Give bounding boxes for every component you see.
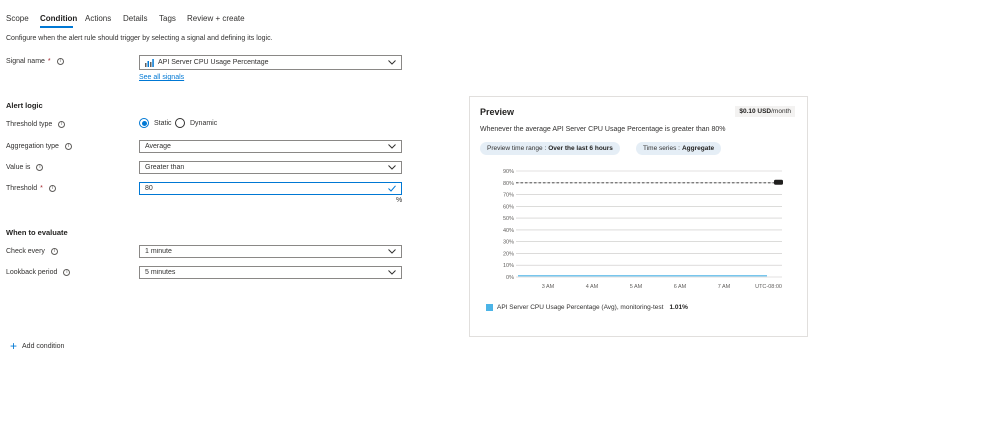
tab-condition[interactable]: Condition xyxy=(40,14,77,23)
info-icon[interactable]: i xyxy=(56,58,64,65)
alert-logic-heading: Alert logic xyxy=(6,101,43,110)
threshold-input[interactable]: 80 xyxy=(139,182,402,195)
radio-selected-icon xyxy=(139,118,149,128)
dynamic-radio-label: Dynamic xyxy=(190,119,218,127)
chart-legend: API Server CPU Usage Percentage (Avg), m… xyxy=(486,304,688,311)
y-tick-label: 20% xyxy=(503,251,514,257)
threshold-label: Threshold * i xyxy=(6,185,56,192)
checkmark-icon xyxy=(388,185,396,193)
check-every-select[interactable]: 1 minute xyxy=(139,245,402,258)
chevron-down-icon xyxy=(388,59,396,67)
preview-description: Whenever the average API Server CPU Usag… xyxy=(480,126,726,133)
preview-card: Preview $0.10 USD/month Whenever the ave… xyxy=(469,96,808,337)
tab-actions[interactable]: Actions xyxy=(85,14,111,23)
info-icon[interactable]: i xyxy=(36,164,44,171)
radio-unselected-icon xyxy=(175,118,185,128)
x-tick-label: 7 AM xyxy=(718,284,731,290)
preview-chart: 0% 10% 20% 30% 40% 50% 60% 70% 80% 90% 3 AM 4 AM 5 A… xyxy=(503,169,783,290)
add-condition-button[interactable]: + Add condition xyxy=(10,339,65,353)
y-tick-label: 80% xyxy=(503,181,514,187)
x-tick-label: 5 AM xyxy=(630,284,643,290)
tab-scope[interactable]: Scope xyxy=(6,14,29,23)
metric-chart-icon xyxy=(145,58,154,67)
tab-review-create[interactable]: Review + create xyxy=(187,14,245,23)
value-is-label: Value is i xyxy=(6,164,44,171)
y-tick-label: 50% xyxy=(503,216,514,222)
info-icon[interactable]: i xyxy=(64,143,72,150)
y-tick-label: 60% xyxy=(503,204,514,210)
chevron-down-icon xyxy=(388,143,396,151)
dynamic-radio[interactable]: Dynamic xyxy=(175,118,217,128)
cost-badge: $0.10 USD/month xyxy=(735,106,795,117)
page-description: Configure when the alert rule should tri… xyxy=(6,35,273,42)
legend-swatch xyxy=(486,304,493,311)
preview-title: Preview xyxy=(480,107,515,117)
x-tick-label: 6 AM xyxy=(674,284,687,290)
preview-time-range-pill[interactable]: Preview time range : Over the last 6 hour… xyxy=(480,142,620,155)
chevron-down-icon xyxy=(388,248,396,256)
legend-label: API Server CPU Usage Percentage (Avg), m… xyxy=(497,304,664,311)
lookback-period-label: Lookback period i xyxy=(6,269,71,276)
aggregation-type-select[interactable]: Average xyxy=(139,140,402,153)
y-tick-label: 70% xyxy=(503,193,514,199)
chevron-down-icon xyxy=(388,269,396,277)
y-tick-label: 40% xyxy=(503,228,514,234)
add-condition-label: Add condition xyxy=(22,342,65,350)
signal-name-label: Signal name * i xyxy=(6,58,64,65)
active-tab-indicator xyxy=(40,26,73,28)
plus-icon: + xyxy=(10,339,18,353)
signal-name-select[interactable]: API Server CPU Usage Percentage xyxy=(139,55,402,70)
y-tick-label: 30% xyxy=(503,240,514,246)
chevron-down-icon xyxy=(388,164,396,172)
info-icon[interactable]: i xyxy=(48,185,56,192)
see-all-signals-link[interactable]: See all signals xyxy=(139,74,184,81)
x-tick-label: 4 AM xyxy=(586,284,599,290)
timezone-label: UTC-08:00 xyxy=(755,284,782,290)
tab-details[interactable]: Details xyxy=(123,14,147,23)
y-tick-label: 90% xyxy=(503,169,514,175)
lookback-period-select[interactable]: 5 minutes xyxy=(139,266,402,279)
threshold-unit: % xyxy=(396,197,403,204)
threshold-marker xyxy=(774,179,783,185)
when-to-evaluate-heading: When to evaluate xyxy=(6,228,68,237)
legend-value: 1.01% xyxy=(669,304,688,311)
info-icon[interactable]: i xyxy=(50,248,58,255)
y-tick-label: 10% xyxy=(503,263,514,269)
x-tick-label: 3 AM xyxy=(542,284,555,290)
check-every-label: Check every i xyxy=(6,248,58,255)
static-radio-label: Static xyxy=(154,119,172,127)
tab-tags[interactable]: Tags xyxy=(159,14,176,23)
value-is-select[interactable]: Greater than xyxy=(139,161,402,174)
y-tick-label: 0% xyxy=(506,275,514,281)
info-icon[interactable]: i xyxy=(63,269,71,276)
threshold-type-label: Threshold type i xyxy=(6,121,66,128)
aggregation-type-label: Aggregation type i xyxy=(6,143,72,150)
info-icon[interactable]: i xyxy=(58,121,66,128)
static-radio[interactable]: Static xyxy=(139,118,172,128)
time-series-pill[interactable]: Time series : Aggregate xyxy=(636,142,722,155)
